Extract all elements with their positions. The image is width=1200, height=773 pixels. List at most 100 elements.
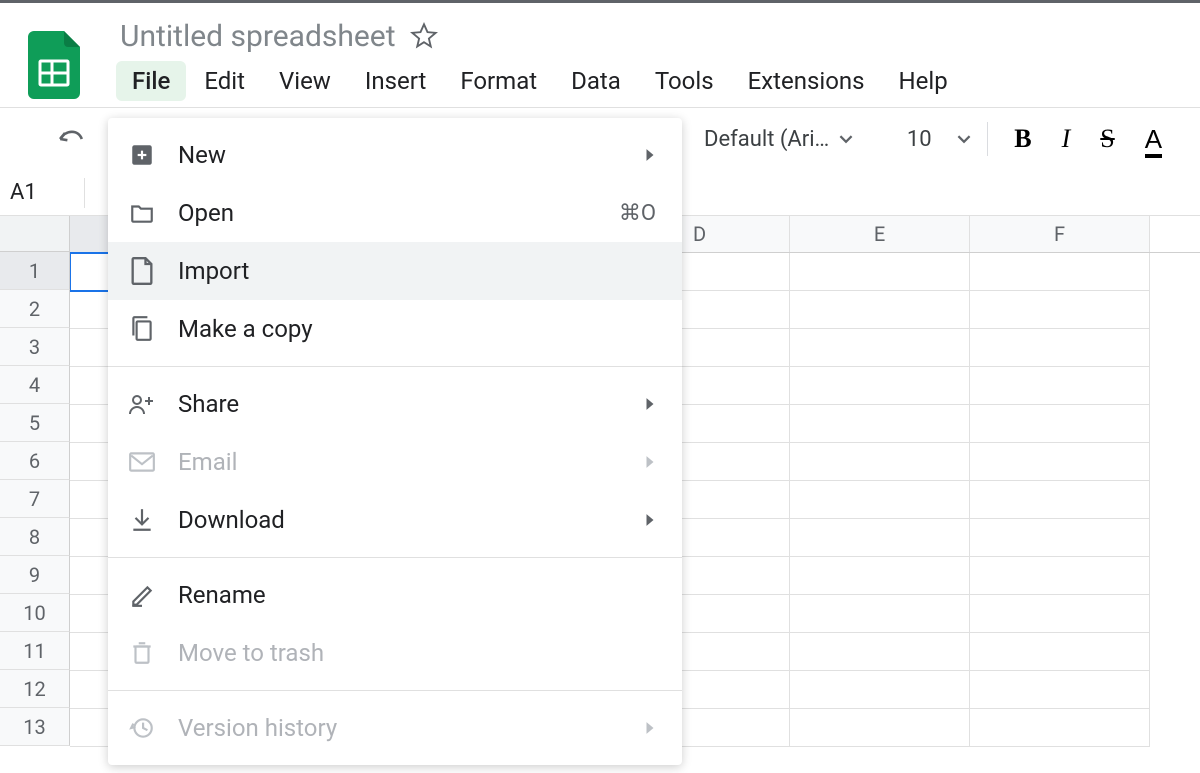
- row-header[interactable]: 3: [0, 328, 70, 366]
- menu-file[interactable]: File: [116, 61, 186, 101]
- file-menu-import[interactable]: Import: [108, 242, 682, 300]
- strikethrough-button[interactable]: S: [1090, 116, 1124, 162]
- select-all-corner[interactable]: [0, 216, 70, 252]
- history-icon: [128, 714, 156, 742]
- row-header[interactable]: 12: [0, 670, 70, 708]
- row-header[interactable]: 1: [0, 252, 70, 290]
- menubar: File Edit View Insert Format Data Tools …: [116, 61, 964, 101]
- cell[interactable]: [790, 557, 970, 595]
- undo-button[interactable]: [46, 119, 96, 159]
- bold-button[interactable]: B: [1004, 116, 1041, 162]
- cell[interactable]: [970, 633, 1150, 671]
- submenu-arrow-icon: [644, 513, 656, 527]
- cell[interactable]: [970, 709, 1150, 747]
- cell[interactable]: [790, 633, 970, 671]
- menu-extensions[interactable]: Extensions: [732, 61, 881, 101]
- italic-button[interactable]: I: [1052, 116, 1081, 162]
- cell[interactable]: [790, 367, 970, 405]
- cell[interactable]: [970, 329, 1150, 367]
- file-menu-version-history: Version history: [108, 699, 682, 757]
- menu-item-label: Import: [178, 257, 656, 285]
- text-color-button[interactable]: A: [1135, 118, 1172, 160]
- document-icon: [128, 257, 156, 285]
- font-family-label: Default (Ari…: [704, 127, 829, 152]
- folder-icon: [128, 199, 156, 227]
- submenu-arrow-icon: [644, 148, 656, 162]
- row-header[interactable]: 7: [0, 480, 70, 518]
- row-header[interactable]: 2: [0, 290, 70, 328]
- cell[interactable]: [790, 443, 970, 481]
- column-header[interactable]: E: [790, 216, 970, 252]
- row-header[interactable]: 10: [0, 594, 70, 632]
- menu-item-label: Download: [178, 506, 644, 534]
- row-header[interactable]: 5: [0, 404, 70, 442]
- menu-item-label: Version history: [178, 714, 644, 742]
- font-family-select[interactable]: Default (Ari…: [696, 127, 861, 152]
- cell[interactable]: [970, 481, 1150, 519]
- cell[interactable]: [790, 253, 970, 291]
- file-menu-rename[interactable]: Rename: [108, 566, 682, 624]
- cell[interactable]: [790, 709, 970, 747]
- cell[interactable]: [790, 405, 970, 443]
- menu-item-label: Share: [178, 390, 644, 418]
- file-menu-download[interactable]: Download: [108, 491, 682, 549]
- cell[interactable]: [970, 671, 1150, 709]
- undo-icon: [56, 127, 86, 151]
- font-size-select[interactable]: 10: [889, 127, 971, 152]
- cell[interactable]: [790, 481, 970, 519]
- cell[interactable]: [970, 367, 1150, 405]
- cell[interactable]: [790, 595, 970, 633]
- chevron-down-icon: [839, 132, 853, 146]
- cell[interactable]: [790, 519, 970, 557]
- share-person-icon: [128, 390, 156, 418]
- cell[interactable]: [970, 291, 1150, 329]
- cell[interactable]: [790, 329, 970, 367]
- document-title[interactable]: Untitled spreadsheet: [116, 19, 400, 54]
- cell[interactable]: [970, 557, 1150, 595]
- menu-tools[interactable]: Tools: [639, 61, 730, 101]
- cell[interactable]: [970, 405, 1150, 443]
- new-sheet-icon: [128, 141, 156, 169]
- row-header[interactable]: 9: [0, 556, 70, 594]
- menu-separator: [108, 690, 682, 691]
- menu-item-label: Move to trash: [178, 639, 656, 667]
- file-menu-email: Email: [108, 433, 682, 491]
- menu-insert[interactable]: Insert: [349, 61, 442, 101]
- cell[interactable]: [970, 595, 1150, 633]
- file-menu-share[interactable]: Share: [108, 375, 682, 433]
- cell[interactable]: [970, 519, 1150, 557]
- download-icon: [128, 506, 156, 534]
- font-size-value: 10: [889, 127, 949, 152]
- menu-help[interactable]: Help: [883, 61, 964, 101]
- menu-separator: [108, 557, 682, 558]
- star-icon: [410, 22, 438, 50]
- menu-separator: [108, 366, 682, 367]
- file-menu-make-copy[interactable]: Make a copy: [108, 300, 682, 358]
- copy-icon: [128, 315, 156, 343]
- row-header[interactable]: 13: [0, 708, 70, 746]
- cell[interactable]: [790, 291, 970, 329]
- menu-format[interactable]: Format: [444, 61, 553, 101]
- column-header[interactable]: F: [970, 216, 1150, 252]
- menu-view[interactable]: View: [263, 61, 347, 101]
- cell[interactable]: [790, 671, 970, 709]
- row-header[interactable]: 4: [0, 366, 70, 404]
- row-header[interactable]: 8: [0, 518, 70, 556]
- cell[interactable]: [970, 443, 1150, 481]
- sheets-logo-icon[interactable]: [28, 31, 80, 99]
- menu-item-label: New: [178, 141, 644, 169]
- name-box[interactable]: A1: [0, 180, 84, 205]
- row-header[interactable]: 11: [0, 632, 70, 670]
- toolbar-separator: [987, 122, 988, 156]
- file-menu-new[interactable]: New: [108, 126, 682, 184]
- row-header[interactable]: 6: [0, 442, 70, 480]
- submenu-arrow-icon: [644, 397, 656, 411]
- menu-data[interactable]: Data: [555, 61, 637, 101]
- menu-edit[interactable]: Edit: [188, 61, 261, 101]
- menu-item-label: Open: [178, 199, 619, 227]
- file-menu-open[interactable]: Open ⌘O: [108, 184, 682, 242]
- cell[interactable]: [970, 253, 1150, 291]
- trash-icon: [128, 639, 156, 667]
- star-button[interactable]: [400, 16, 448, 56]
- rename-pencil-icon: [128, 581, 156, 609]
